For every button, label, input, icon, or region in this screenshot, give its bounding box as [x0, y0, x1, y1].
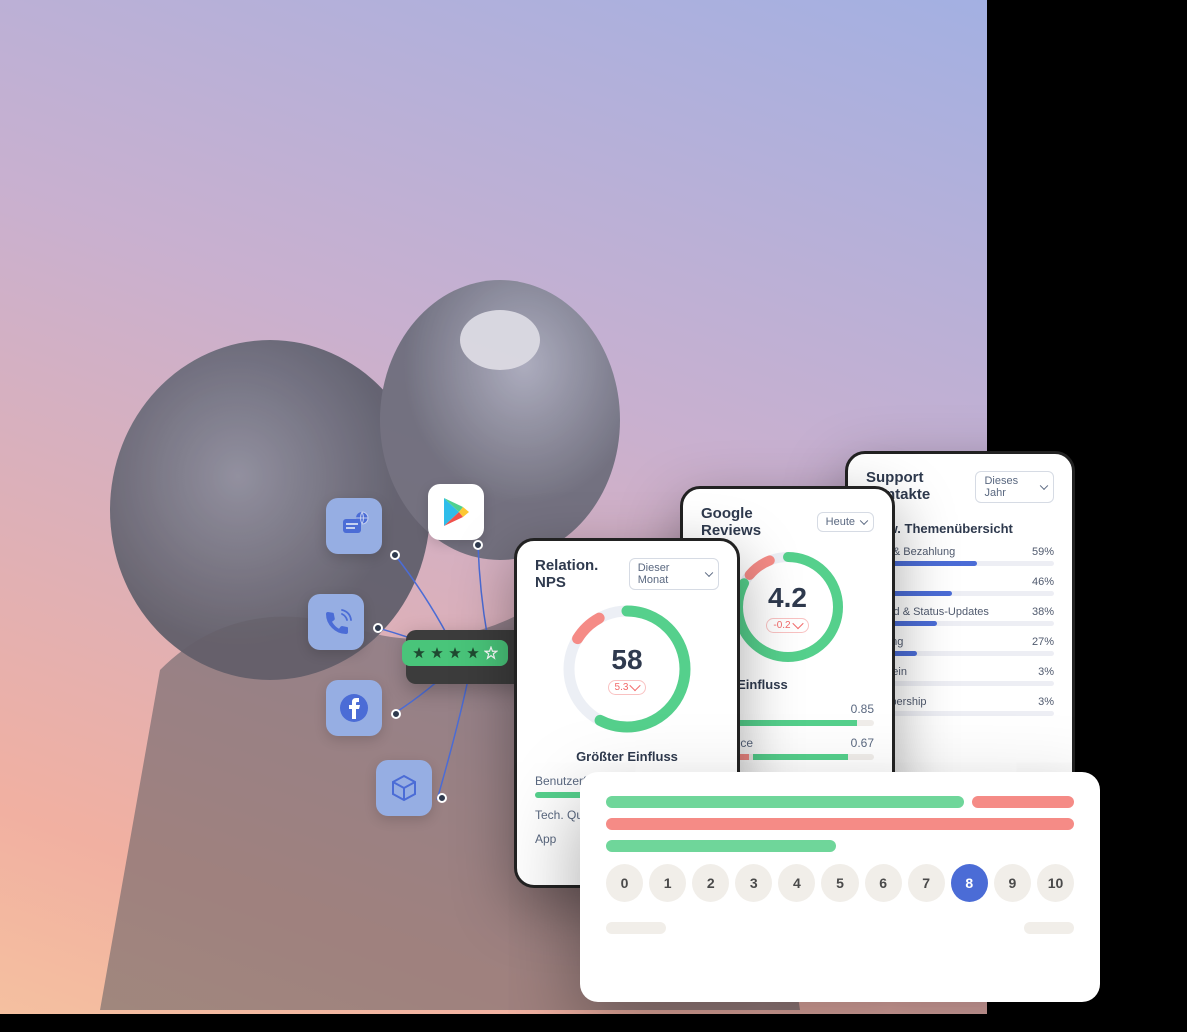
- gauge-value: 58: [611, 644, 642, 676]
- gauge-value: 4.2: [768, 582, 807, 614]
- card-title: Google Reviews: [701, 505, 817, 539]
- star-icon: [430, 646, 444, 660]
- scale-button-7[interactable]: 7: [908, 864, 945, 902]
- rating-stars: [402, 640, 508, 666]
- phone-icon: [308, 594, 364, 650]
- nps-scale: 012345678910: [606, 864, 1074, 902]
- dropdown-period[interactable]: Dieser Monat: [629, 558, 719, 590]
- delta-pill: 5.3: [608, 680, 647, 695]
- scale-button-5[interactable]: 5: [821, 864, 858, 902]
- connector-dot: [390, 550, 400, 560]
- survey-bar-1: [606, 796, 1074, 808]
- google-play-icon: [428, 484, 484, 540]
- cube-icon: [376, 760, 432, 816]
- facebook-icon: [326, 680, 382, 736]
- card-title: Relation. NPS: [535, 557, 629, 591]
- chat-globe-icon: [326, 498, 382, 554]
- connector-dot: [473, 540, 483, 550]
- connector-dot: [373, 623, 383, 633]
- gauge-nps: 58 5.3: [557, 599, 697, 739]
- dropdown-period[interactable]: Dieses Jahr: [975, 471, 1054, 503]
- survey-bar-3: [606, 840, 1074, 852]
- connector-dot: [391, 709, 401, 719]
- scale-button-3[interactable]: 3: [735, 864, 772, 902]
- scale-button-0[interactable]: 0: [606, 864, 643, 902]
- scale-button-8[interactable]: 8: [951, 864, 988, 902]
- survey-bar-2: [606, 818, 1074, 830]
- gauge-google: 4.2 -0.2: [728, 547, 848, 667]
- arrow-down-icon: [630, 680, 641, 691]
- star-icon: [448, 646, 462, 660]
- arrow-down-icon: [792, 618, 803, 629]
- label-placeholder: [1024, 922, 1074, 934]
- scale-button-4[interactable]: 4: [778, 864, 815, 902]
- star-icon: [484, 646, 498, 660]
- scale-button-1[interactable]: 1: [649, 864, 686, 902]
- star-icon: [466, 646, 480, 660]
- label-placeholder: [606, 922, 666, 934]
- connector-dot: [437, 793, 447, 803]
- delta-pill: -0.2: [766, 618, 808, 633]
- scale-button-6[interactable]: 6: [865, 864, 902, 902]
- nps-slider-card: 012345678910: [580, 772, 1100, 1002]
- star-icon: [412, 646, 426, 660]
- scale-button-9[interactable]: 9: [994, 864, 1031, 902]
- section-title: Größter Einfluss: [535, 749, 719, 764]
- scale-button-2[interactable]: 2: [692, 864, 729, 902]
- scale-button-10[interactable]: 10: [1037, 864, 1074, 902]
- dropdown-period[interactable]: Heute: [817, 512, 874, 532]
